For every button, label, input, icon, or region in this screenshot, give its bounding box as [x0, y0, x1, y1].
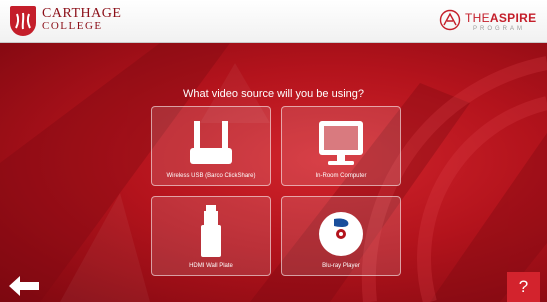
program-name: ASPIRE: [489, 11, 537, 25]
source-label: HDMI Wall Plate: [189, 263, 233, 269]
carthage-shield-logo: [10, 6, 36, 36]
back-arrow-icon[interactable]: [9, 276, 39, 296]
brand-line1: CARTHAGE: [42, 6, 122, 21]
hdmi-plug-icon: [201, 205, 221, 257]
source-question: What video source will you be using?: [183, 88, 364, 100]
touch-panel-screen: CARTHAGE COLLEGE THEASPIRE PROGRAM What …: [0, 0, 547, 302]
source-in-room-computer-button[interactable]: In-Room Computer: [281, 106, 401, 186]
main-stage: [0, 43, 547, 302]
program-subtitle: PROGRAM: [473, 26, 526, 32]
aspire-emblem-icon: [439, 9, 461, 31]
help-button[interactable]: ?: [507, 272, 540, 302]
source-wireless-usb-button[interactable]: Wireless USB (Barco ClickShare): [151, 106, 271, 186]
background-decoration: [0, 43, 547, 302]
aspire-program-logo: THEASPIRE PROGRAM: [439, 7, 539, 35]
source-label: Blu-ray Player: [322, 263, 360, 269]
source-hdmi-wall-plate-button[interactable]: HDMI Wall Plate: [151, 196, 271, 276]
wireless-router-icon: [190, 121, 232, 164]
monitor-icon: [319, 121, 363, 165]
program-prefix: THE: [465, 11, 490, 25]
college-name: CARTHAGE COLLEGE: [42, 7, 121, 33]
source-label: Wireless USB (Barco ClickShare): [166, 173, 256, 179]
bluray-disc-icon: [319, 212, 363, 256]
brand-line2: COLLEGE: [42, 20, 103, 32]
source-label: In-Room Computer: [315, 173, 367, 179]
source-bluray-player-button[interactable]: Blu-ray Player: [281, 196, 401, 276]
header-bar: CARTHAGE COLLEGE THEASPIRE PROGRAM: [0, 0, 547, 43]
